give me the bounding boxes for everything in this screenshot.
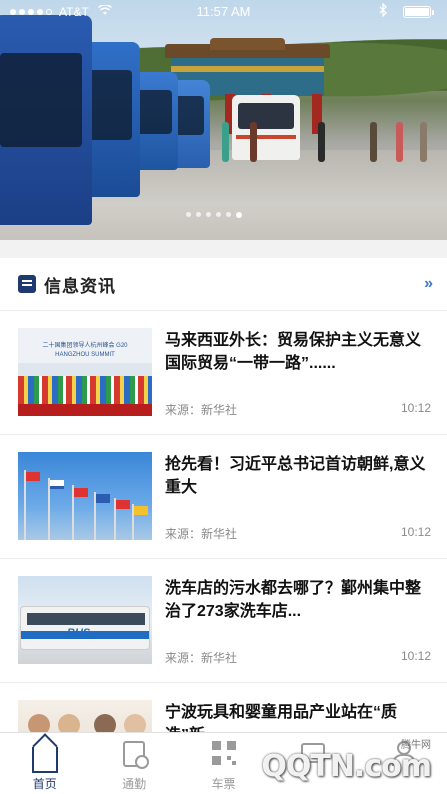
banner-person bbox=[396, 122, 403, 162]
qr-code-icon bbox=[211, 741, 236, 765]
carousel-indicator[interactable] bbox=[186, 212, 242, 218]
banner-person bbox=[318, 122, 325, 162]
ticket-icon bbox=[300, 743, 325, 763]
news-source: 来源：新华社 bbox=[165, 403, 238, 417]
news-thumbnail bbox=[18, 452, 152, 540]
banner-person bbox=[250, 122, 257, 162]
news-time: 10:12 bbox=[400, 401, 431, 415]
news-thumbnail: BUS bbox=[18, 576, 152, 664]
news-source: 来源：新华社 bbox=[165, 527, 238, 541]
news-time: 10:12 bbox=[400, 525, 431, 539]
news-icon bbox=[18, 275, 36, 293]
tab-profile[interactable] bbox=[358, 733, 447, 794]
banner-white-bus bbox=[232, 95, 300, 160]
tab-ticket[interactable]: 车票 bbox=[179, 733, 268, 794]
section-header-news: 信息资讯 » bbox=[0, 258, 447, 310]
news-item[interactable]: 抢先看！习近平总书记首访朝鲜,意义重大 来源：新华社 10:12 bbox=[0, 434, 447, 558]
news-item[interactable]: 二十国集团领导人杭州峰会 G20 HANGZHOU SUMMIT 马来西亚外长：… bbox=[0, 310, 447, 434]
banner-bus bbox=[0, 15, 92, 225]
user-icon bbox=[391, 741, 417, 766]
news-list: 二十国集团领导人杭州峰会 G20 HANGZHOU SUMMIT 马来西亚外长：… bbox=[0, 310, 447, 794]
thumbnail-caption: 二十国集团领导人杭州峰会 G20 HANGZHOU SUMMIT bbox=[42, 343, 128, 358]
tab-label: 车票 bbox=[211, 777, 236, 791]
commute-icon bbox=[123, 741, 150, 769]
tab-bar: 首页 通勤 车票 bbox=[0, 732, 447, 794]
news-time: 10:12 bbox=[400, 649, 431, 663]
news-headline: 洗车店的污水都去哪了？鄞州集中整治了273家洗车店... bbox=[165, 580, 422, 620]
news-item[interactable]: BUS 洗车店的污水都去哪了？鄞州集中整治了273家洗车店... 来源：新华社 … bbox=[0, 558, 447, 682]
battery-icon bbox=[403, 6, 434, 18]
banner-person bbox=[370, 122, 377, 162]
banner-person bbox=[420, 122, 427, 162]
home-icon bbox=[31, 747, 58, 773]
news-thumbnail: 二十国集团领导人杭州峰会 G20 HANGZHOU SUMMIT bbox=[18, 328, 152, 416]
tab-home[interactable]: 首页 bbox=[0, 733, 89, 794]
tab-label: 首页 bbox=[32, 777, 57, 791]
status-bar: AT&T 11:57 AM bbox=[0, 0, 447, 24]
banner-person bbox=[222, 122, 229, 162]
tab-fourth[interactable] bbox=[268, 733, 357, 794]
double-chevron-right-icon[interactable]: » bbox=[424, 275, 433, 293]
tab-label: 通勤 bbox=[122, 777, 147, 791]
banner-carousel[interactable] bbox=[0, 0, 447, 240]
bluetooth-icon bbox=[379, 2, 387, 20]
tab-commute[interactable]: 通勤 bbox=[89, 733, 178, 794]
news-headline: 马来西亚外长：贸易保护主义无意义国际贸易“一带一路”...... bbox=[165, 332, 422, 372]
news-source: 来源：新华社 bbox=[165, 651, 238, 665]
section-title: 信息资讯 bbox=[44, 276, 116, 296]
thumbnail-caption: BUS bbox=[67, 627, 91, 639]
news-headline: 抢先看！习近平总书记首访朝鲜,意义重大 bbox=[165, 456, 426, 496]
